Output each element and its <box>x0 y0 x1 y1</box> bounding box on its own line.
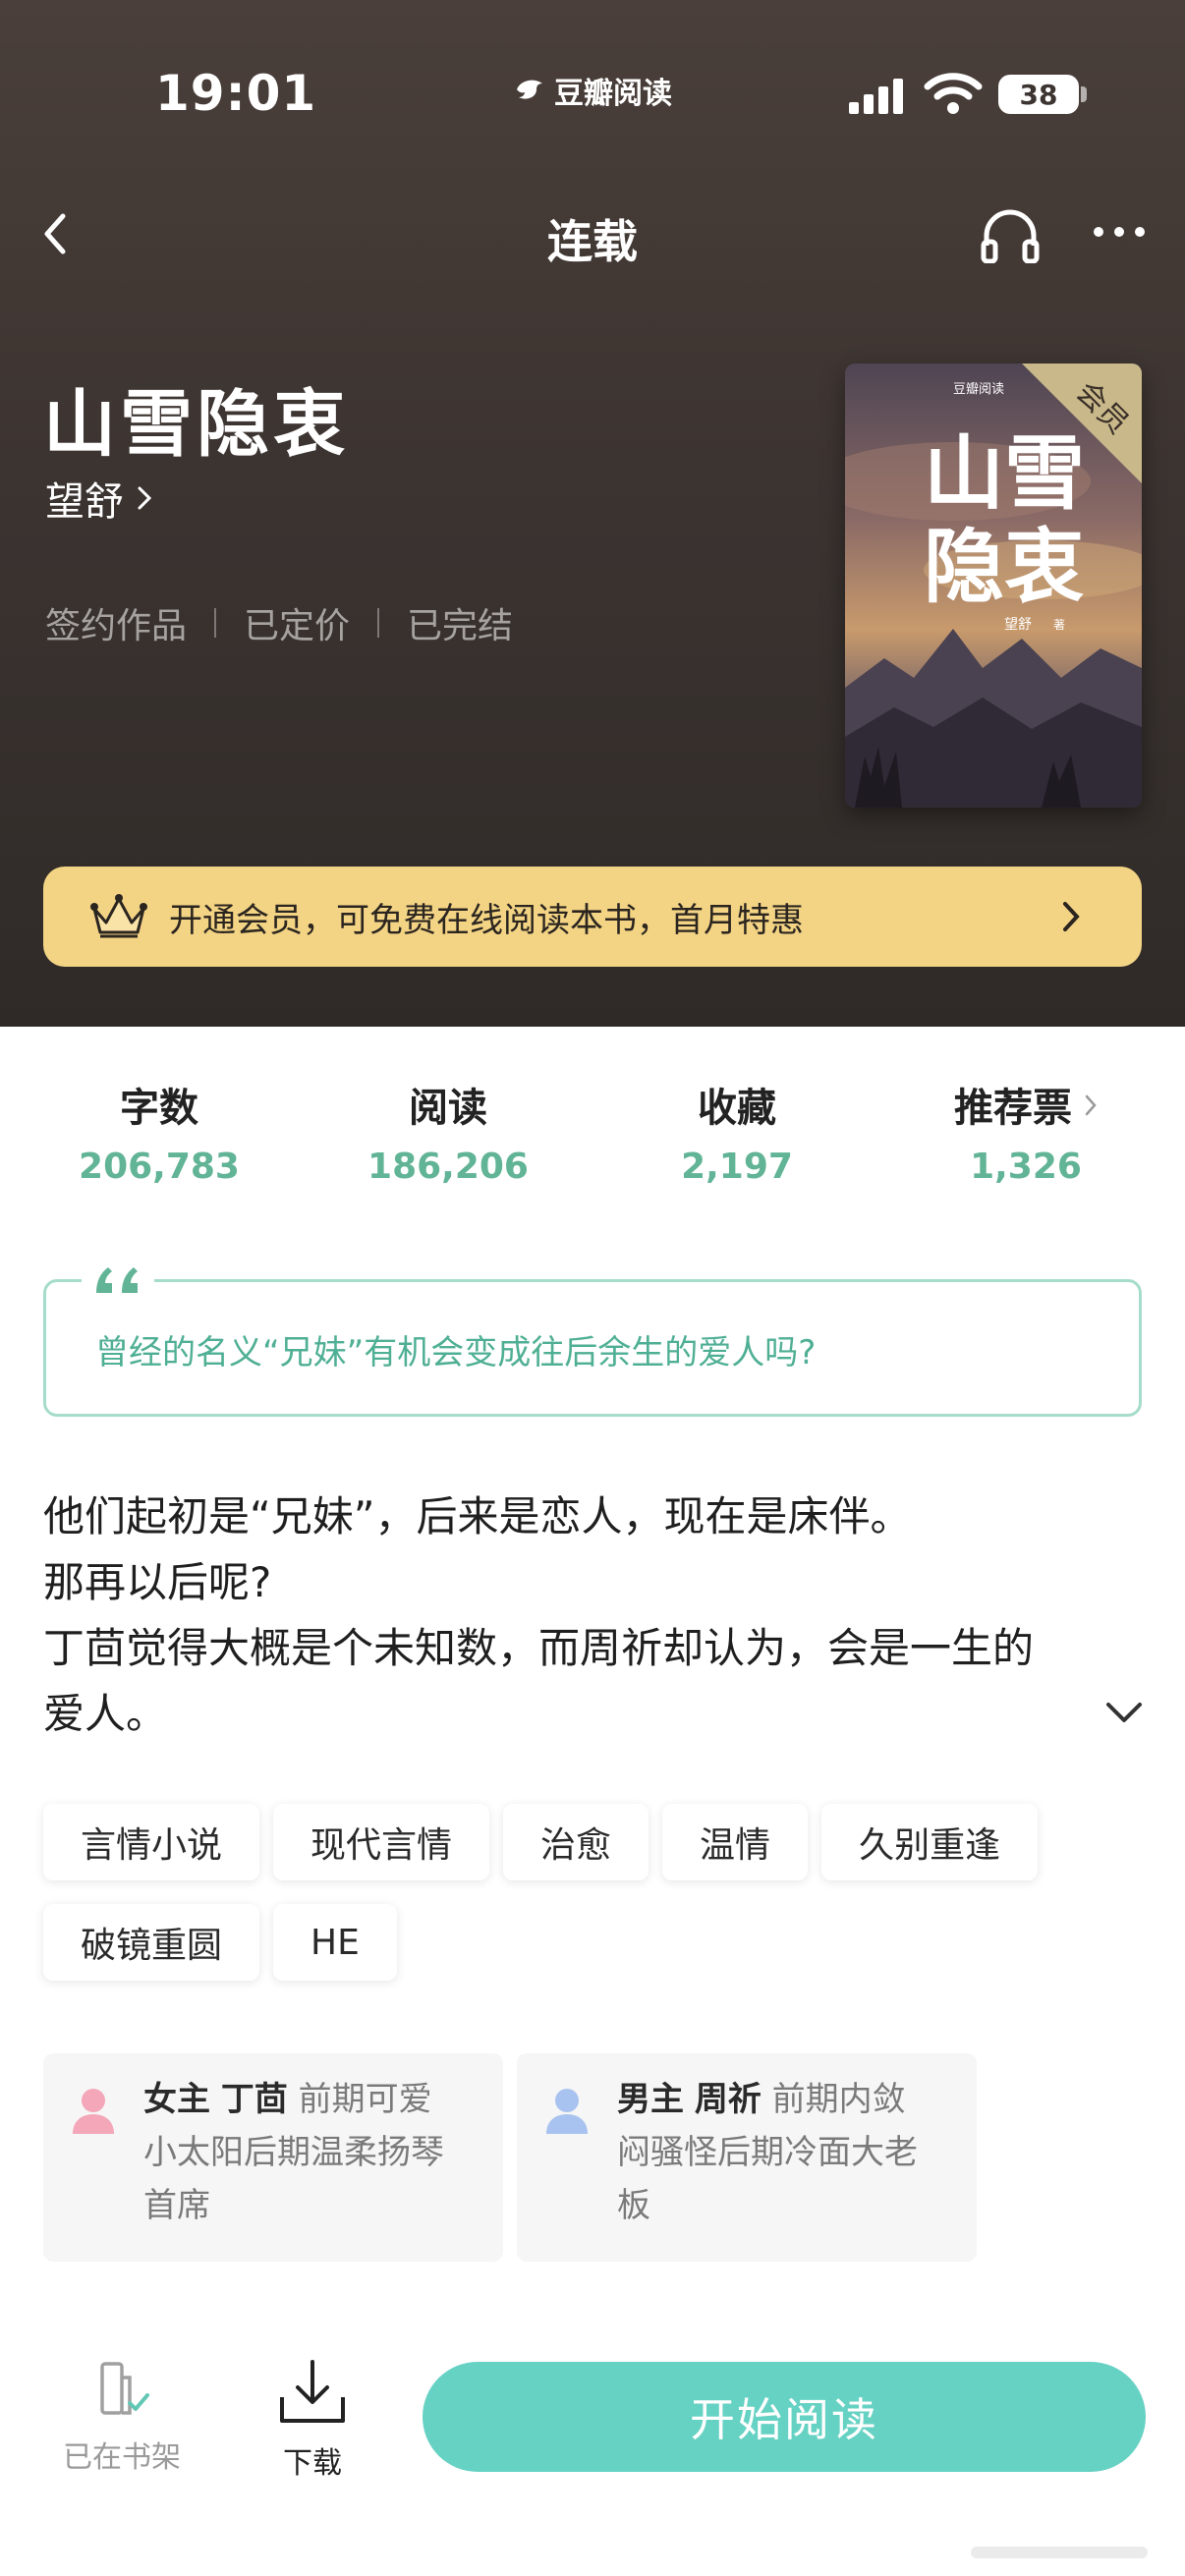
stat-label: 字数 <box>120 1086 198 1131</box>
female-avatar-icon <box>73 2089 114 2134</box>
book-synopsis: 他们起初是“兄妹”，后来是恋人，现在是床伴。 那再以后呢? 丁茴觉得大概是个未知… <box>43 1484 1104 1747</box>
battery-indicator: 38 <box>998 75 1079 114</box>
meta-signed: 签约作品 <box>45 606 188 646</box>
cover-title-line1: 山雪 <box>924 426 1085 521</box>
navbar: 连载 <box>0 187 1185 281</box>
bottom-action-bar: 已在书架 下载 开始阅读 <box>0 2328 1185 2576</box>
douban-bird-icon <box>517 80 542 99</box>
character-desc-line: 板 <box>617 2186 650 2225</box>
synopsis-line: 他们起初是“兄妹”，后来是恋人，现在是床伴。 <box>43 1492 912 1540</box>
character-name: 丁茴 <box>220 2080 288 2119</box>
synopsis-line: 爱人。 <box>43 1690 168 1738</box>
wifi-icon <box>924 73 983 114</box>
tag-chip[interactable]: 久别重逢 <box>821 1804 1039 1880</box>
stat-reads: 阅读 186,206 <box>301 1081 595 1195</box>
book-cover-art: 会员 豆瓣阅读 山雪 隐衷 望舒 著 <box>845 364 1142 808</box>
meta-divider <box>377 608 380 638</box>
chevron-right-icon <box>138 486 152 510</box>
tag-row: 言情小说 现代言情 治愈 温情 久别重逢 <box>43 1804 1144 1880</box>
meta-completed: 已完结 <box>407 606 514 646</box>
male-avatar-icon <box>546 2089 588 2134</box>
quote-icon <box>82 1260 154 1300</box>
tag-chip[interactable]: HE <box>273 1904 397 1981</box>
book-meta: 签约作品 已定价 已完结 <box>45 597 513 648</box>
tag-list: 言情小说 现代言情 治愈 温情 久别重逢 破镜重圆 HE <box>43 1804 1144 2004</box>
battery-tip <box>1081 86 1087 102</box>
status-app-indicator: 豆瓣阅读 <box>513 69 672 112</box>
character-card-male-lead[interactable]: 男主 周祈 前期内敛闷骚怪后期冷面大老板 <box>517 2053 977 2262</box>
book-author-link[interactable]: 望舒 <box>45 470 153 527</box>
cover-author-suffix: 著 <box>1053 618 1065 632</box>
character-card-female-lead[interactable]: 女主 丁茴 前期可爱小太阳后期温柔扬琴 首席 <box>43 2053 503 2262</box>
tag-chip[interactable]: 现代言情 <box>273 1804 490 1880</box>
character-name: 周祈 <box>694 2080 762 2119</box>
chevron-right-icon <box>1063 902 1080 931</box>
meta-priced: 已定价 <box>244 606 351 646</box>
stat-label: 推荐票 <box>954 1086 1072 1131</box>
bookshelf-label: 已在书架 <box>63 2440 181 2475</box>
stat-label: 收藏 <box>698 1086 776 1131</box>
stat-value: 206,783 <box>79 1147 240 1187</box>
stat-label: 阅读 <box>409 1086 487 1131</box>
character-desc-line: 小太阳后期温柔扬琴 <box>143 2133 444 2172</box>
start-reading-button[interactable]: 开始阅读 <box>423 2362 1146 2472</box>
character-desc-line: 首席 <box>143 2186 210 2225</box>
book-cover[interactable]: 会员 豆瓣阅读 山雪 隐衷 望舒 著 <box>845 364 1142 808</box>
character-role: 女主 <box>143 2080 210 2119</box>
book-author: 望舒 <box>45 479 124 525</box>
tag-row: 破镜重圆 HE <box>43 1904 1144 1981</box>
home-indicator <box>971 2547 1148 2558</box>
chevron-down-icon[interactable] <box>1104 1700 1144 1725</box>
tag-chip[interactable]: 温情 <box>662 1804 809 1880</box>
book-title: 山雪隐衷 <box>43 382 350 467</box>
stat-recommend-votes[interactable]: 推荐票 1,326 <box>878 1081 1173 1195</box>
vip-banner-text: 开通会员，可免费在线阅读本书，首月特惠 <box>169 900 804 940</box>
more-icon[interactable] <box>1091 220 1148 244</box>
tag-chip[interactable]: 破镜重圆 <box>43 1904 260 1981</box>
character-desc: 男主 周祈 前期内敛闷骚怪后期冷面大老板 <box>617 2073 951 2232</box>
character-desc-line: 闷骚怪后期冷面大老 <box>617 2133 918 2172</box>
download-label: 下载 <box>283 2446 342 2481</box>
meta-divider <box>214 608 217 638</box>
download-icon <box>280 2360 345 2423</box>
book-stats: 字数 206,783 阅读 186,206 收藏 2,197 推荐票 1,326 <box>0 1081 1185 1218</box>
signal-icon <box>849 79 903 114</box>
crown-icon <box>90 894 147 938</box>
stat-word-count: 字数 206,783 <box>12 1081 307 1195</box>
cover-brand: 豆瓣阅读 <box>953 382 1004 397</box>
status-bar: 19:01 豆瓣阅读 38 <box>0 0 1185 187</box>
tag-chip[interactable]: 言情小说 <box>43 1804 260 1880</box>
character-desc: 女主 丁茴 前期可爱小太阳后期温柔扬琴 首席 <box>143 2073 478 2232</box>
tagline-quote-box: 曾经的名义“兄妹”有机会变成往后余生的爱人吗? <box>43 1260 1142 1417</box>
synopsis-line: 那再以后呢? <box>43 1558 272 1606</box>
stat-label-row: 推荐票 <box>878 1081 1173 1136</box>
headphone-icon[interactable] <box>979 206 1042 263</box>
chevron-right-icon <box>1085 1094 1097 1116</box>
status-time: 19:01 <box>155 65 317 122</box>
bookshelf-check-icon <box>100 2362 149 2415</box>
character-role: 男主 <box>617 2080 684 2119</box>
vip-banner[interactable]: 开通会员，可免费在线阅读本书，首月特惠 <box>43 867 1142 967</box>
book-header: 19:01 豆瓣阅读 38 连载 山雪隐衷 望舒 签约作品 已定价 已完结 会员… <box>0 0 1185 1027</box>
cover-title-line2: 隐衷 <box>924 520 1085 614</box>
tag-chip[interactable]: 治愈 <box>503 1804 649 1880</box>
synopsis-line: 丁茴觉得大概是个未知数，而周祈却认为，会是一生的 <box>43 1624 1035 1672</box>
character-desc-line: 前期内敛 <box>771 2080 906 2119</box>
download-button[interactable]: 下载 <box>257 2358 367 2482</box>
character-desc-line: 前期可爱 <box>298 2080 432 2119</box>
tagline-text: 曾经的名义“兄妹”有机会变成往后余生的爱人吗? <box>95 1333 817 1372</box>
stat-value: 186,206 <box>367 1147 529 1187</box>
bookshelf-button[interactable]: 已在书架 <box>57 2358 187 2476</box>
stat-favorites: 收藏 2,197 <box>590 1081 884 1195</box>
stat-value: 1,326 <box>970 1147 1082 1187</box>
cover-author: 望舒 <box>1004 617 1032 633</box>
status-app-name: 豆瓣阅读 <box>554 77 672 111</box>
stat-value: 2,197 <box>681 1147 793 1187</box>
